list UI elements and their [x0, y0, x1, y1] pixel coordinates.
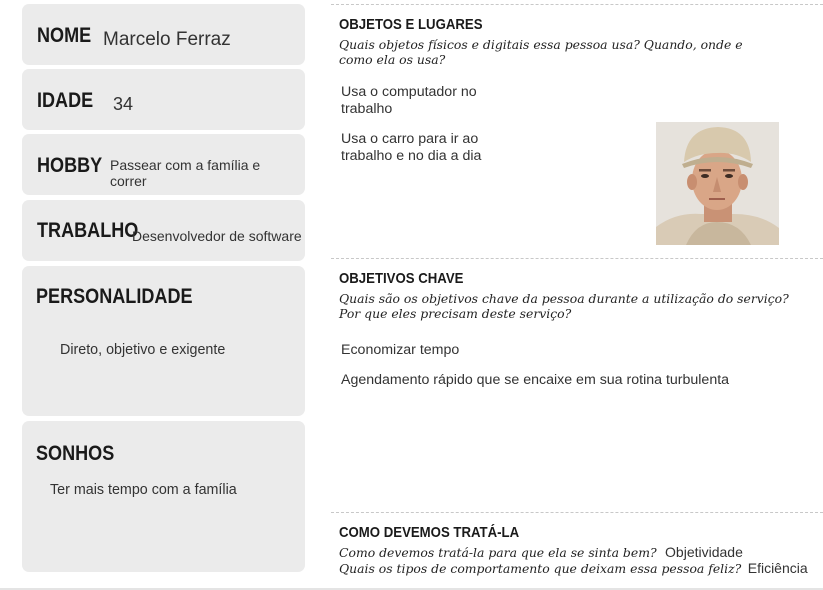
objects-item-car: Usa o carro para ir ao trabalho e no dia… [341, 131, 482, 164]
treatment-row-2: Quais os tipos de comportamento que deix… [339, 560, 808, 578]
treatment-answer-2: Eficiência [747, 560, 808, 576]
treatment-title: COMO DEVEMOS TRATÁ-LA [339, 524, 520, 541]
job-card: TRABALHO Desenvolvedor de software [22, 200, 305, 261]
personality-card: PERSONALIDADE Direto, objetivo e exigent… [22, 266, 305, 416]
name-value: Marcelo Ferraz [103, 29, 231, 50]
top-divider [331, 4, 823, 5]
hobby-label: HOBBY [37, 154, 103, 177]
objects-subtitle: Quais objetos físicos e digitais essa pe… [339, 37, 743, 67]
goals-title: OBJETIVOS CHAVE [339, 270, 464, 287]
dreams-value: Ter mais tempo com a família [50, 482, 237, 498]
treatment-question-1: Como devemos tratá-la para que ela se si… [339, 545, 657, 560]
age-value: 34 [113, 94, 134, 114]
persona-portrait-icon [656, 122, 779, 245]
treatment-answer-1: Objetividade [665, 544, 743, 560]
age-card: IDADE 34 [22, 69, 305, 130]
name-card: NOME Marcelo Ferraz [22, 4, 305, 65]
goals-subtitle: Quais são os objetivos chave da pessoa d… [339, 291, 789, 321]
persona-photo [656, 122, 779, 245]
goals-item-time: Economizar tempo [341, 342, 460, 358]
objects-title: OBJETOS E LUGARES [339, 16, 483, 33]
dreams-card: SONHOS Ter mais tempo com a família [22, 421, 305, 572]
objects-item-computer: Usa o computador no trabalho [341, 84, 477, 117]
hobby-value: Passear com a família e correr [110, 157, 261, 189]
job-value: Desenvolvedor de software [132, 228, 302, 244]
middle-divider [331, 258, 823, 259]
dreams-label: SONHOS [36, 442, 115, 465]
personality-label: PERSONALIDADE [36, 285, 193, 308]
name-label: NOME [37, 24, 92, 47]
bottom-divider [331, 512, 823, 513]
hobby-card: HOBBY Passear com a família e correr [22, 134, 305, 195]
job-label: TRABALHO [37, 219, 139, 242]
age-label: IDADE [37, 89, 94, 112]
personality-value: Direto, objetivo e exigente [60, 342, 226, 358]
goals-item-scheduling: Agendamento rápido que se encaixe em sua… [341, 372, 730, 388]
treatment-question-2: Quais os tipos de comportamento que deix… [339, 561, 742, 576]
